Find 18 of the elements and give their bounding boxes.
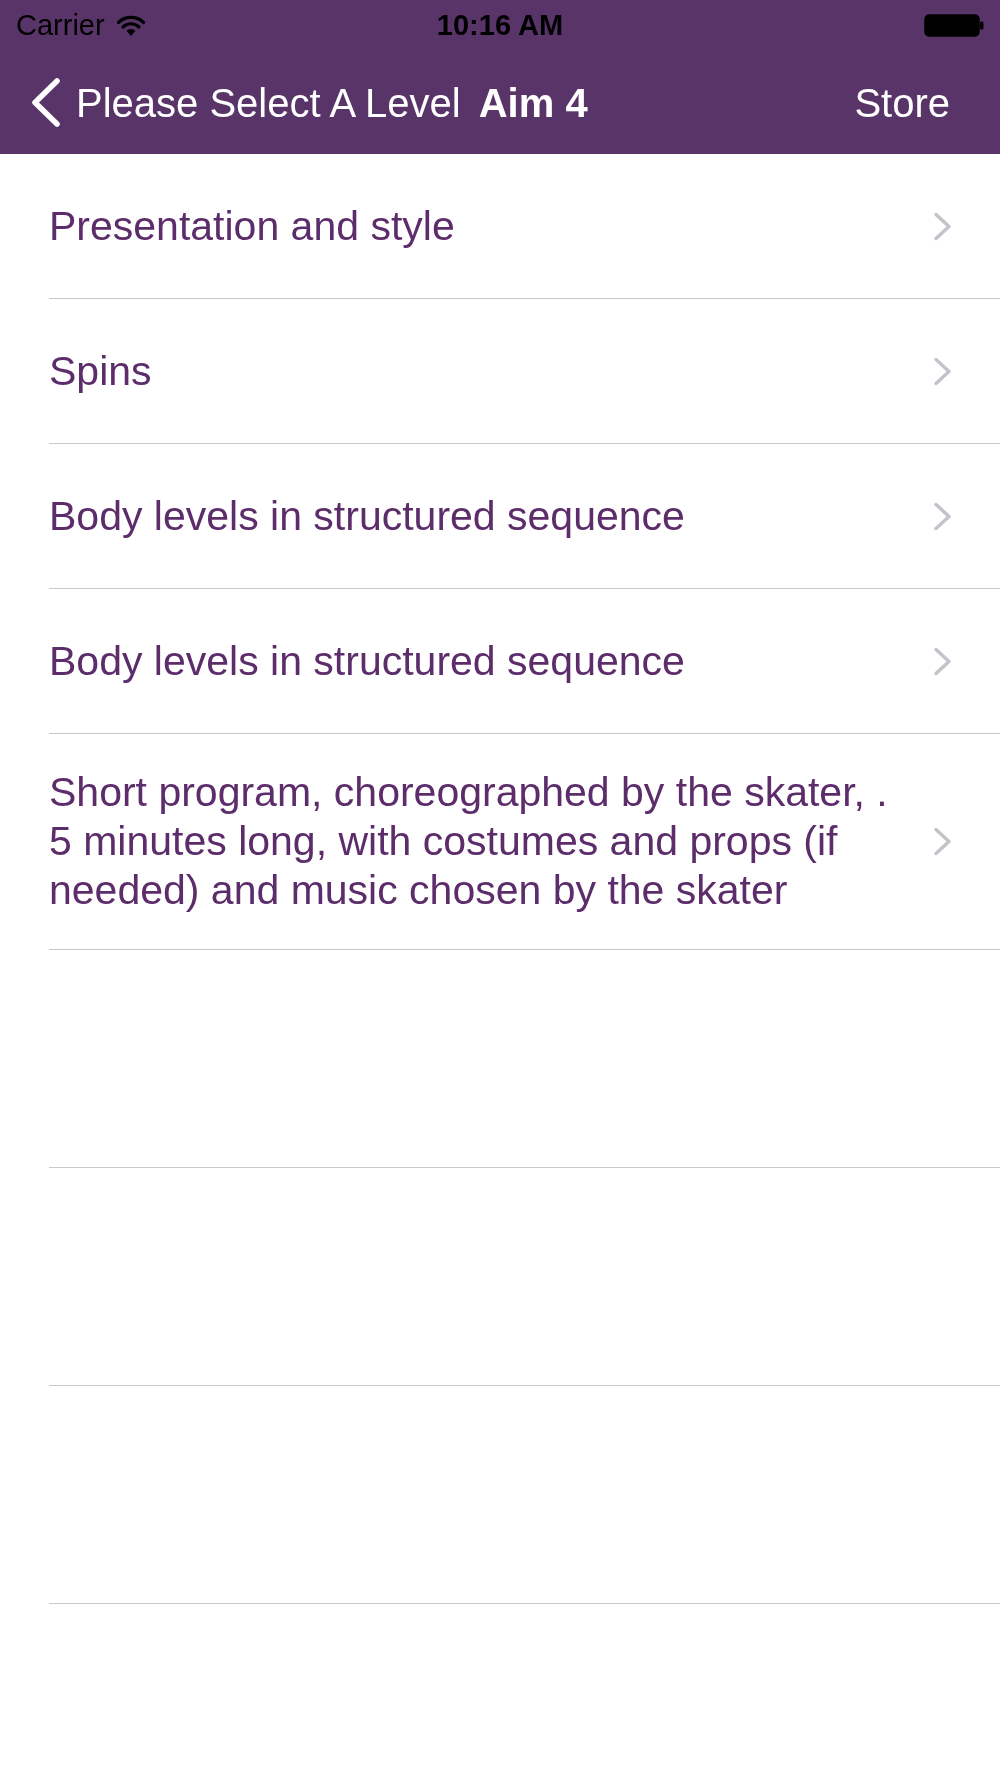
status-time: 10:16 AM — [436, 11, 564, 40]
list-row[interactable]: Body levels in structured sequence — [0, 444, 1000, 588]
chevron-right-icon — [933, 646, 952, 676]
nav-title: Aim 4 — [478, 82, 588, 123]
carrier-label: Carrier — [16, 11, 105, 40]
battery-icon — [924, 14, 984, 37]
chevron-left-icon — [30, 78, 61, 127]
list-row[interactable]: Short program, choreographed by the skater, . 5 minutes long, with costumes and props (if needed) and music chosen by the skater — [0, 734, 1000, 949]
back-button[interactable]: Please Select A Level — [0, 78, 461, 127]
chevron-right-icon — [933, 211, 952, 241]
chevron-right-icon — [933, 827, 952, 856]
chevron-right-icon — [933, 356, 952, 386]
list-row[interactable]: Presentation and style — [0, 154, 1000, 298]
list-row[interactable]: Body levels in structured sequence — [0, 589, 1000, 733]
list-row[interactable]: Spins — [0, 299, 1000, 443]
chevron-right-icon — [933, 501, 952, 531]
store-button[interactable]: Store — [854, 82, 950, 123]
wifi-icon — [116, 15, 145, 36]
